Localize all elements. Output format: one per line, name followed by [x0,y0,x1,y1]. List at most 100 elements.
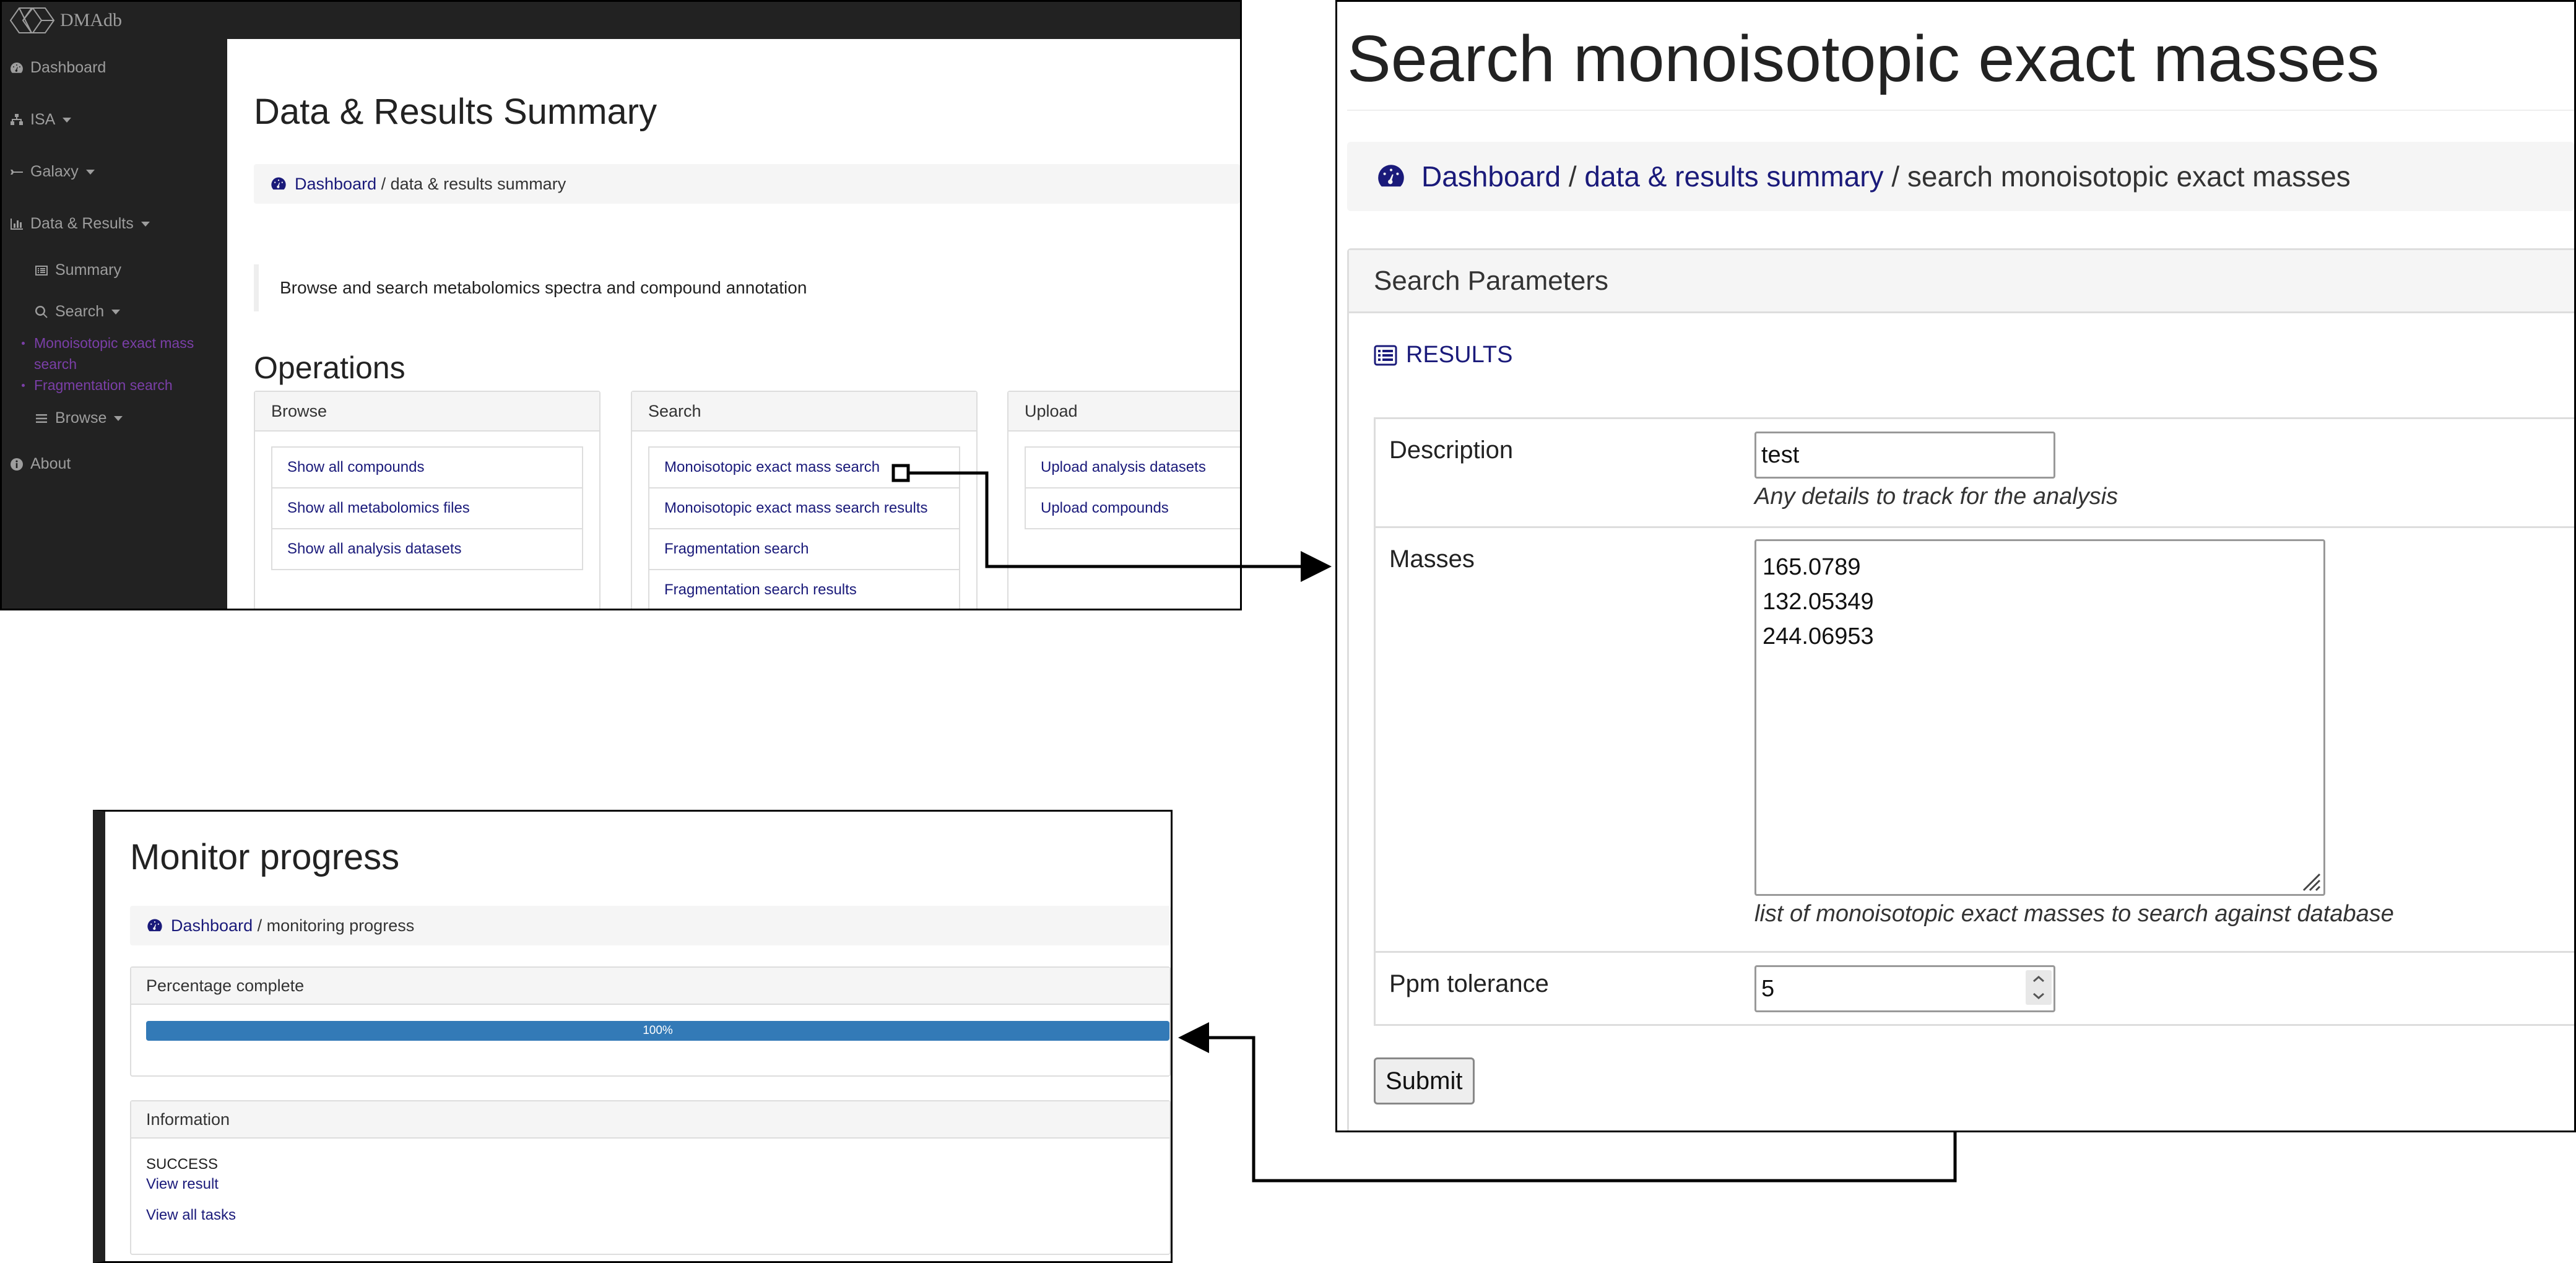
upload-list: Upload analysis datasets Upload compound… [1025,446,1240,529]
masses-help: list of monoisotopic exact masses to sea… [1754,901,2394,927]
list-item-show-compounds[interactable]: Show all compounds [271,446,583,488]
ppm-spinner[interactable] [2026,970,2052,1005]
information-box: Information SUCCESS View result View all… [130,1100,1171,1255]
breadcrumb-summary-link[interactable]: data & results summary [1584,160,1883,193]
browse-card: Browse Show all compounds Show all metab… [254,391,601,609]
upload-card-title: Upload [1008,392,1240,432]
status-text: SUCCESS [146,1156,219,1173]
view-all-tasks-link[interactable]: View all tasks [146,1207,236,1223]
view-result-link[interactable]: View result [146,1176,219,1192]
caret-down-icon [114,415,123,421]
masses-cell: 165.0789 132.05349 244.06953 list of mon… [1754,539,2394,927]
sidebar-item-summary[interactable]: Summary [34,261,121,279]
progress-bar: 100% [146,1021,1169,1041]
galaxy-icon [11,169,23,175]
bullet-icon [22,384,25,387]
percentage-box: Percentage complete 100% [130,966,1171,1077]
list-item-show-analysis-datasets[interactable]: Show all analysis datasets [271,528,583,570]
upload-card: Upload Upload analysis datasets Upload c… [1007,391,1240,609]
info-icon [11,458,23,471]
sidebar-item-search[interactable]: Search [34,303,121,321]
sitemap-icon [11,113,23,125]
chevron-down-icon[interactable] [2032,992,2045,1000]
caret-down-icon [141,221,150,227]
intro-text: Browse and search metabolomics spectra a… [254,264,1182,311]
description-input[interactable] [1754,432,2055,479]
caret-down-icon [63,117,72,123]
breadcrumb-current: / search monoisotopic exact masses [1883,160,2351,193]
list-item-mono-search-results[interactable]: Monoisotopic exact mass search results [648,487,960,529]
breadcrumb: Dashboard / data & results summary [254,164,1240,204]
ppm-wrapper [1754,965,2055,1012]
information-body: SUCCESS View result View all tasks [146,1156,236,1226]
breadcrumb: Dashboard / monitoring progress [130,906,1171,945]
description-cell: Any details to track for the analysis [1754,432,2118,510]
mass-line: 165.0789 [1763,554,1861,580]
masses-label: Masses [1389,545,1475,573]
sidebar-item-about[interactable]: About [9,455,71,473]
search-icon [35,305,48,318]
ppm-label: Ppm tolerance [1389,970,1549,997]
results-link[interactable]: RESULTS [1374,342,1512,368]
list-item-mono-search[interactable]: Monoisotopic exact mass search [648,446,960,488]
list-item-show-metabolomics-files[interactable]: Show all metabolomics files [271,487,583,529]
masses-textarea[interactable]: 165.0789 132.05349 244.06953 [1754,539,2325,896]
list-item-frag-search-results[interactable]: Fragmentation search results [648,569,960,609]
dashboard-icon [1378,165,1404,187]
sidebar-item-isa[interactable]: ISA [9,111,72,129]
chevron-up-icon[interactable] [2032,975,2045,983]
description-help: Any details to track for the analysis [1754,484,2118,510]
list-item-frag-search[interactable]: Fragmentation search [648,528,960,570]
sidebar-item-dashboard[interactable]: Dashboard [9,59,106,77]
sidebar-item-browse[interactable]: Browse [34,409,123,427]
dashboard-icon [147,919,162,932]
page-title: Data & Results Summary [254,92,657,132]
summary-panel: DMAdb Dashboard ISA Galaxy Data & Result… [0,0,1242,610]
breadcrumb-dashboard-link[interactable]: Dashboard [1421,160,1561,193]
sidebar-link-frag-search[interactable]: Fragmentation search [22,375,220,396]
sidebar-item-data-results[interactable]: Data & Results [9,215,150,233]
list-item-upload-compounds[interactable]: Upload compounds [1025,487,1240,529]
list-alt-icon [35,265,48,276]
breadcrumb-current: / data & results summary [376,174,566,193]
browse-list: Show all compounds Show all metabolomics… [271,446,583,570]
bullet-icon [22,342,25,345]
mass-line: 132.05349 [1763,589,1874,615]
search-list: Monoisotopic exact mass search Monoisoto… [648,446,960,609]
resize-handle-icon[interactable] [2300,870,2321,892]
search-masses-panel: Search monoisotopic exact masses Dashboa… [1335,0,2576,1132]
caret-down-icon [111,309,121,315]
masses-row: Masses 165.0789 132.05349 244.06953 list… [1374,528,2574,953]
caret-down-icon [85,169,95,175]
list-item-upload-analysis-datasets[interactable]: Upload analysis datasets [1025,446,1240,488]
panel-title: Search Parameters [1349,250,2574,313]
breadcrumb-dashboard-link[interactable]: Dashboard [171,916,253,935]
list-alt-icon [1374,345,1397,365]
breadcrumb-separator: / [1561,160,1585,193]
ppm-row: Ppm tolerance [1374,953,2574,1026]
progress-bar-fill: 100% [146,1021,1169,1041]
page-title: Search monoisotopic exact masses [1347,22,2380,95]
ppm-input[interactable] [1754,965,2055,1012]
navbar: DMAdb [2,2,1240,39]
form-table: Description Any details to track for the… [1374,417,2574,1026]
dashboard-icon [271,177,286,190]
monitor-progress-panel: Monitor progress Dashboard / monitoring … [93,810,1173,1263]
dashboard-icon [11,62,23,73]
sidebar-link-mono-search[interactable]: Monoisotopic exact mass search [22,332,214,375]
submit-button[interactable]: Submit [1374,1057,1475,1105]
mass-line: 244.06953 [1763,623,1874,649]
search-card-title: Search [632,392,976,432]
information-title: Information [131,1101,1169,1139]
page-title: Monitor progress [130,837,400,877]
breadcrumb-current: / monitoring progress [253,916,415,935]
sidebar-item-galaxy[interactable]: Galaxy [9,163,95,181]
breadcrumb-dashboard-link[interactable]: Dashboard [295,175,376,194]
divider [1347,110,2574,111]
sidebar: Dashboard ISA Galaxy Data & Results Summ… [2,39,227,609]
brand[interactable]: DMAdb [8,4,122,37]
bar-chart-icon [11,218,23,230]
dmadb-logo-icon [9,7,55,33]
description-label: Description [1389,436,1514,464]
search-card: Search Monoisotopic exact mass search Mo… [631,391,978,609]
